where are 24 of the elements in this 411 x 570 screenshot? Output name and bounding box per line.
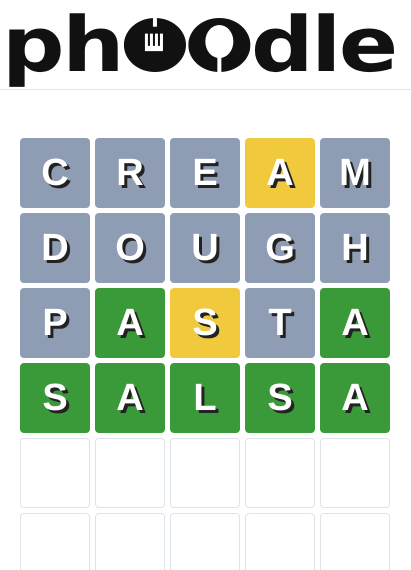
letter-tile: A bbox=[245, 138, 315, 208]
letter-tile: S bbox=[170, 288, 240, 358]
letter-tile: S bbox=[245, 363, 315, 433]
fork-in-circle-icon bbox=[123, 18, 186, 72]
letter-tile: R bbox=[95, 138, 165, 208]
letter-tile: T bbox=[245, 288, 315, 358]
letter-tile: U bbox=[170, 213, 240, 283]
logo-text: ph bbox=[2, 0, 122, 89]
spoon-in-circle-icon bbox=[188, 18, 250, 72]
letter-tile: H bbox=[320, 213, 390, 283]
letter-tile: M bbox=[320, 138, 390, 208]
letter-tile: A bbox=[320, 363, 390, 433]
letter-tile: O bbox=[95, 213, 165, 283]
letter-tile: D bbox=[20, 213, 90, 283]
letter-tile: A bbox=[320, 288, 390, 358]
letter-tile: S bbox=[20, 363, 90, 433]
letter-tile: P bbox=[20, 288, 90, 358]
letter-tile: E bbox=[170, 138, 240, 208]
letter-tile: C bbox=[20, 138, 90, 208]
letter-tile: G bbox=[245, 213, 315, 283]
letter-tile: A bbox=[95, 288, 165, 358]
logo-text: dle bbox=[251, 0, 396, 89]
letter-tile: A bbox=[95, 363, 165, 433]
letter-tile: L bbox=[170, 363, 240, 433]
